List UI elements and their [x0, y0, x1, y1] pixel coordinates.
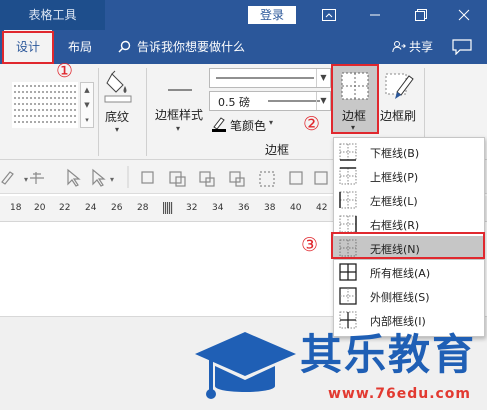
ruler-number: 18: [10, 203, 22, 213]
border-styles-button[interactable]: 边框样式 ▾: [150, 68, 208, 140]
ruler-number: 20: [34, 203, 46, 213]
border-right-icon: [339, 215, 357, 233]
line-style-select[interactable]: ▼: [209, 68, 331, 88]
chevron-down-icon: ▼: [316, 92, 330, 110]
all-borders-icon: [339, 263, 357, 281]
share-button[interactable]: 共享: [392, 30, 433, 64]
ruler-number: 32: [186, 203, 198, 213]
pen-color-chevron-icon: ▾: [269, 118, 274, 127]
border-bottom-icon: [339, 143, 357, 161]
search-icon: [118, 40, 131, 53]
ruler-number: 42: [316, 203, 328, 213]
border-left-icon: [339, 191, 357, 209]
step-3-marker: ③: [301, 234, 319, 256]
border-top-icon: [339, 167, 357, 185]
ruler-number: 34: [212, 203, 224, 213]
ribbon-display-icon[interactable]: [306, 0, 352, 30]
ruler-number: 28: [137, 203, 149, 213]
close-icon[interactable]: [441, 0, 487, 30]
tell-me-text: 告诉我你想要做什么: [137, 40, 246, 54]
graduation-cap-logo: [195, 332, 296, 399]
watermark-url: www.76edu.com: [328, 386, 472, 402]
menu-item-top-border[interactable]: 上框线(P): [334, 164, 484, 188]
menu-item-label: 所有框线(A): [370, 267, 431, 280]
ruler-number: 38: [264, 203, 276, 213]
title-bar: 表格工具 登录: [0, 0, 487, 30]
step-2-marker: ②: [303, 113, 321, 135]
pen-color-button[interactable]: 笔颜色 ▾: [211, 114, 281, 134]
gallery-scroll[interactable]: ▲ ▼ ▾: [80, 82, 94, 128]
table-style-gallery[interactable]: [12, 82, 78, 128]
menu-item-inside-borders[interactable]: 内部框线(I): [334, 308, 484, 332]
tab-layout[interactable]: 布局: [58, 30, 102, 64]
pen-icon: [212, 117, 226, 132]
menu-item-left-border[interactable]: 左框线(L): [334, 188, 484, 212]
menu-item-label: 下框线(B): [370, 147, 420, 160]
shading-button[interactable]: 底纹 ▾: [103, 68, 133, 138]
shading-label: 底纹: [105, 110, 130, 124]
border-painter-label: 边框刷: [380, 109, 417, 123]
login-button[interactable]: 登录: [248, 6, 296, 24]
line-weight-value: 0.5 磅: [218, 96, 250, 109]
menu-item-label: 左框线(L): [370, 195, 418, 208]
paint-bucket-icon: [104, 70, 132, 103]
minimize-icon[interactable]: [352, 0, 398, 30]
border-painter-icon: [385, 73, 414, 99]
menu-item-outside-borders[interactable]: 外侧框线(S): [334, 284, 484, 308]
step-1-marker: ①: [56, 60, 74, 82]
highlight-no-border-item: [331, 232, 485, 259]
ribbon-tab-row: 设计 布局 告诉我你想要做什么 共享: [0, 30, 487, 64]
borders-group-label: 边框: [265, 143, 290, 157]
shading-chevron-icon: ▾: [115, 125, 120, 134]
share-icon: [392, 41, 406, 53]
table-column-marker[interactable]: [163, 202, 173, 214]
pen-color-label: 笔颜色: [230, 119, 267, 133]
ruler-number: 40: [290, 203, 302, 213]
border-styles-chevron-icon: ▾: [176, 124, 181, 133]
border-styles-label: 边框样式: [155, 108, 204, 122]
snap-icon: [30, 172, 44, 184]
comment-icon[interactable]: [452, 39, 472, 55]
menu-item-bottom-border[interactable]: 下框线(B): [334, 140, 484, 164]
line-weight-select[interactable]: 0.5 磅 ▼: [209, 91, 331, 111]
tell-me-box[interactable]: 告诉我你想要做什么: [118, 30, 245, 64]
menu-item-all-borders[interactable]: 所有框线(A): [334, 260, 484, 284]
menu-item-label: 右框线(R): [370, 219, 420, 232]
pointer-plus-icon: [92, 168, 106, 187]
highlight-design-tab: [2, 31, 54, 64]
border-painter-button[interactable]: 边框刷: [379, 66, 421, 134]
bring-forward-icon: [141, 171, 154, 184]
ruler-number: 36: [238, 203, 250, 213]
pen-tool-icon: [1, 171, 14, 185]
inside-borders-icon: [339, 311, 357, 329]
chevron-down-icon: ▼: [316, 69, 330, 87]
highlight-borders-button: [331, 64, 379, 134]
menu-item-label: 内部框线(I): [370, 315, 426, 328]
share-label: 共享: [409, 40, 434, 54]
ruler-number: 24: [85, 203, 97, 213]
border-styles-icon: [168, 89, 192, 91]
ruler-number: 26: [111, 203, 123, 213]
outside-borders-icon: [339, 287, 357, 305]
svg-text:▾: ▾: [110, 175, 114, 184]
restore-icon[interactable]: [398, 0, 444, 30]
svg-text:▾: ▾: [24, 175, 28, 184]
context-tab-title: 表格工具: [0, 0, 105, 30]
watermark-brand: 其乐教育: [300, 330, 477, 379]
pointer-icon: [67, 168, 81, 187]
menu-item-label: 外侧框线(S): [370, 291, 430, 304]
menu-item-label: 上框线(P): [370, 171, 419, 184]
ruler-number: 22: [59, 203, 71, 213]
